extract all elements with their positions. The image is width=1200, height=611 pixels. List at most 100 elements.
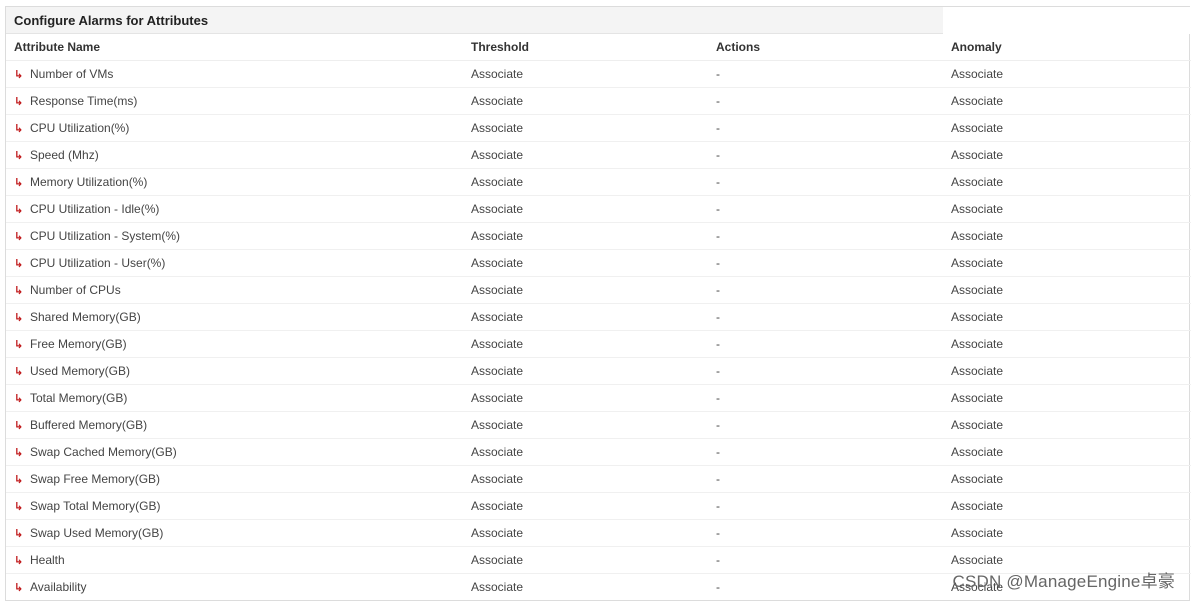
anomaly-cell: Associate [943, 357, 1191, 385]
anomaly-associate-link[interactable]: Associate [951, 553, 1003, 567]
threshold-associate-link[interactable]: Associate [471, 418, 523, 432]
arrow-return-icon: ↳ [14, 285, 24, 297]
arrow-return-icon: ↳ [14, 96, 24, 108]
attribute-name-cell: ↳ Number of CPUs [6, 276, 463, 304]
threshold-associate-link[interactable]: Associate [471, 94, 523, 108]
anomaly-associate-link[interactable]: Associate [951, 148, 1003, 162]
anomaly-associate-link[interactable]: Associate [951, 391, 1003, 405]
anomaly-associate-link[interactable]: Associate [951, 472, 1003, 486]
anomaly-associate-link[interactable]: Associate [951, 175, 1003, 189]
threshold-associate-link[interactable]: Associate [471, 553, 523, 567]
threshold-cell: Associate [463, 465, 708, 493]
attribute-name-link[interactable]: Health [30, 553, 65, 567]
threshold-associate-link[interactable]: Associate [471, 364, 523, 378]
attribute-name-link[interactable]: Swap Cached Memory(GB) [30, 445, 177, 459]
arrow-return-icon: ↳ [14, 366, 24, 378]
threshold-cell: Associate [463, 357, 708, 385]
threshold-associate-link[interactable]: Associate [471, 310, 523, 324]
attribute-name-link[interactable]: Used Memory(GB) [30, 364, 130, 378]
threshold-associate-link[interactable]: Associate [471, 148, 523, 162]
threshold-associate-link[interactable]: Associate [471, 337, 523, 351]
attribute-name-link[interactable]: Response Time(ms) [30, 94, 137, 108]
threshold-associate-link[interactable]: Associate [471, 229, 523, 243]
threshold-associate-link[interactable]: Associate [471, 499, 523, 513]
threshold-associate-link[interactable]: Associate [471, 202, 523, 216]
attribute-name-link[interactable]: Number of VMs [30, 67, 113, 81]
threshold-associate-link[interactable]: Associate [471, 472, 523, 486]
threshold-associate-link[interactable]: Associate [471, 256, 523, 270]
attribute-name-link[interactable]: Swap Total Memory(GB) [30, 499, 160, 513]
threshold-cell: Associate [463, 330, 708, 358]
arrow-return-icon: ↳ [14, 150, 24, 162]
anomaly-associate-link[interactable]: Associate [951, 445, 1003, 459]
anomaly-associate-link[interactable]: Associate [951, 364, 1003, 378]
anomaly-associate-link[interactable]: Associate [951, 121, 1003, 135]
anomaly-associate-link[interactable]: Associate [951, 256, 1003, 270]
attribute-name-link[interactable]: Availability [30, 580, 86, 594]
threshold-associate-link[interactable]: Associate [471, 121, 523, 135]
actions-cell: - [708, 141, 943, 169]
attribute-name-cell: ↳ CPU Utilization - System(%) [6, 222, 463, 250]
arrow-return-icon: ↳ [14, 231, 24, 243]
attribute-name-link[interactable]: Memory Utilization(%) [30, 175, 147, 189]
threshold-cell: Associate [463, 303, 708, 331]
table-row: ↳ Memory Utilization(%) Associate - Associat… [6, 168, 1191, 196]
attribute-name-link[interactable]: Speed (Mhz) [30, 148, 99, 162]
table-row: ↳ Swap Free Memory(GB) Associate - Associate [6, 465, 1191, 493]
anomaly-associate-link[interactable]: Associate [951, 229, 1003, 243]
threshold-associate-link[interactable]: Associate [471, 445, 523, 459]
threshold-cell: Associate [463, 60, 708, 88]
anomaly-associate-link[interactable]: Associate [951, 283, 1003, 297]
anomaly-cell: Associate [943, 60, 1191, 88]
actions-cell: - [708, 519, 943, 547]
attribute-name-link[interactable]: Number of CPUs [30, 283, 121, 297]
attribute-name-link[interactable]: CPU Utilization - Idle(%) [30, 202, 159, 216]
anomaly-cell: Associate [943, 519, 1191, 547]
arrow-return-icon: ↳ [14, 555, 24, 567]
attribute-name-link[interactable]: Swap Used Memory(GB) [30, 526, 163, 540]
anomaly-cell: Associate [943, 438, 1191, 466]
threshold-associate-link[interactable]: Associate [471, 67, 523, 81]
anomaly-associate-link[interactable]: Associate [951, 526, 1003, 540]
actions-cell: - [708, 114, 943, 142]
attribute-name-cell: ↳ Swap Total Memory(GB) [6, 492, 463, 520]
attribute-name-link[interactable]: CPU Utilization(%) [30, 121, 129, 135]
actions-cell: - [708, 465, 943, 493]
anomaly-cell: Associate [943, 276, 1191, 304]
threshold-associate-link[interactable]: Associate [471, 391, 523, 405]
anomaly-associate-link[interactable]: Associate [951, 94, 1003, 108]
table-row: ↳ Used Memory(GB) Associate - Associate [6, 357, 1191, 385]
attribute-name-cell: ↳ Memory Utilization(%) [6, 168, 463, 196]
anomaly-cell: Associate [943, 87, 1191, 115]
table-row: ↳ Shared Memory(GB) Associate - Associate [6, 303, 1191, 331]
anomaly-cell: Associate [943, 168, 1191, 196]
attribute-name-link[interactable]: Free Memory(GB) [30, 337, 127, 351]
anomaly-cell: Associate [943, 330, 1191, 358]
arrow-return-icon: ↳ [14, 501, 24, 513]
anomaly-cell: Associate [943, 222, 1191, 250]
threshold-associate-link[interactable]: Associate [471, 526, 523, 540]
column-header-anomaly: Anomaly [943, 34, 1191, 61]
anomaly-associate-link[interactable]: Associate [951, 67, 1003, 81]
actions-cell: - [708, 411, 943, 439]
attribute-name-cell: ↳ Response Time(ms) [6, 87, 463, 115]
threshold-associate-link[interactable]: Associate [471, 283, 523, 297]
attribute-name-link[interactable]: Swap Free Memory(GB) [30, 472, 160, 486]
attribute-name-link[interactable]: Shared Memory(GB) [30, 310, 141, 324]
anomaly-associate-link[interactable]: Associate [951, 499, 1003, 513]
attribute-name-link[interactable]: Buffered Memory(GB) [30, 418, 147, 432]
threshold-cell: Associate [463, 222, 708, 250]
attribute-name-link[interactable]: Total Memory(GB) [30, 391, 127, 405]
attribute-name-link[interactable]: CPU Utilization - User(%) [30, 256, 165, 270]
attribute-name-link[interactable]: CPU Utilization - System(%) [30, 229, 180, 243]
threshold-associate-link[interactable]: Associate [471, 175, 523, 189]
anomaly-cell: Associate [943, 249, 1191, 277]
anomaly-associate-link[interactable]: Associate [951, 418, 1003, 432]
anomaly-associate-link[interactable]: Associate [951, 337, 1003, 351]
table-row: ↳ Swap Used Memory(GB) Associate - Associate [6, 519, 1191, 547]
threshold-associate-link[interactable]: Associate [471, 580, 523, 594]
anomaly-associate-link[interactable]: Associate [951, 310, 1003, 324]
actions-cell: - [708, 438, 943, 466]
anomaly-associate-link[interactable]: Associate [951, 202, 1003, 216]
actions-cell: - [708, 60, 943, 88]
